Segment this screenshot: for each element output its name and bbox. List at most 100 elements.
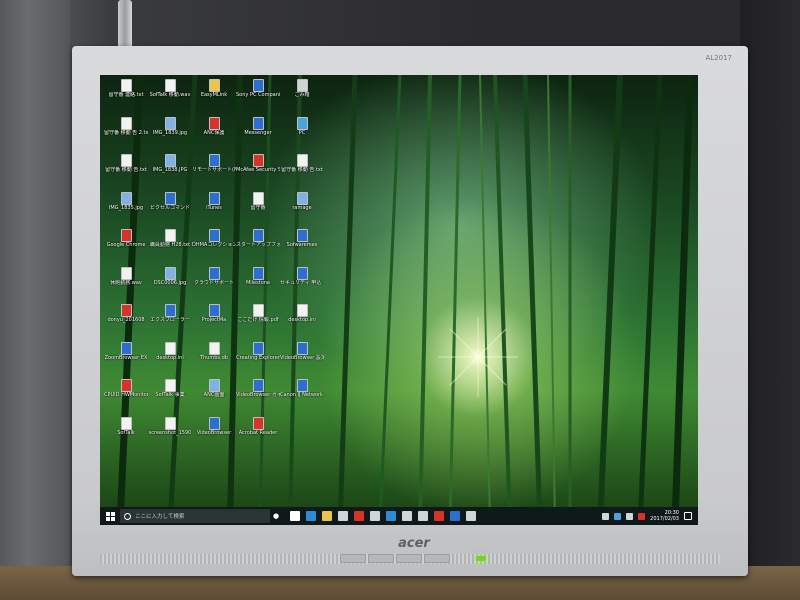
desktop-icon[interactable]: Messenger: [236, 116, 280, 147]
desktop-icon[interactable]: 留守番 連絡.txt: [104, 79, 148, 109]
desktop-icon[interactable]: セキュリティ 申込 セール: [280, 266, 324, 297]
desktop-icon[interactable]: エクスプローラー: [148, 304, 192, 334]
taskbar-app-onedrive-icon[interactable]: [466, 511, 476, 521]
desktop-icon-label: Sony PC Companion 2: [236, 92, 280, 98]
taskbar-app-ie-icon[interactable]: [386, 511, 396, 521]
desktop-icon-label: Milestone: [245, 279, 271, 286]
taskbar-app-settings-icon[interactable]: [418, 511, 428, 521]
desktop-icon[interactable]: 留守番 移動 告 2.txt: [104, 116, 148, 147]
app-icon: [296, 266, 308, 280]
desktop-icon[interactable]: リモートサポート(NTT): [192, 154, 236, 184]
desktop-icon[interactable]: VideoBrowser 設定: [280, 341, 324, 372]
monitor-auto-button[interactable]: [424, 554, 450, 563]
volume-icon[interactable]: [626, 512, 634, 520]
desktop-icon-label: Google Chrome: [106, 242, 146, 248]
power-led[interactable]: [476, 556, 486, 561]
desktop-icon[interactable]: SofTalk 事業: [148, 379, 192, 409]
taskbar-search-box[interactable]: ここに入力して検索: [120, 509, 270, 523]
desktop-icon[interactable]: Google Chrome: [104, 229, 148, 259]
desktop-icon[interactable]: ramage: [280, 191, 324, 222]
desktop-icon[interactable]: ここだけ 情報.pdf: [236, 304, 280, 334]
taskbar-app-word-icon[interactable]: [450, 511, 460, 521]
desktop-icon[interactable]: 職員勤務 H28.txt: [148, 229, 192, 259]
desktop-icon[interactable]: 留守番: [236, 191, 280, 222]
desktop-icon[interactable]: Creating Explorer: [236, 341, 280, 372]
image-file-icon: [208, 379, 220, 392]
desktop-icon[interactable]: Milestone: [236, 266, 280, 297]
file-icon: [164, 229, 176, 242]
monitor-menu-button[interactable]: [340, 554, 366, 563]
desktop-icon[interactable]: IMG_1835.jpg: [104, 191, 148, 222]
app-icon: [296, 229, 308, 242]
desktop-icon[interactable]: VideoBrowser ガイド: [236, 379, 280, 409]
desktop-icon[interactable]: Sofwaremes: [280, 229, 324, 259]
taskbar-app-photos-icon[interactable]: [402, 511, 412, 521]
microphone-icon[interactable]: ●: [270, 509, 282, 523]
desktop-icon[interactable]: McAfee Security Scan Plus: [236, 154, 280, 184]
desktop-icon[interactable]: DHMAコレクション: [192, 229, 236, 259]
desktop-icon[interactable]: donyu_201608: [104, 304, 148, 334]
desktop-icon[interactable]: ZoomBrowser EX: [104, 341, 148, 372]
desktop-icon[interactable]: Sony PC Companion 2: [236, 79, 280, 109]
taskbar-app-store-icon[interactable]: [338, 511, 348, 521]
desktop-icon[interactable]: ANC保護: [192, 116, 236, 147]
desktop-icon-label: SofTalk 移動.wav: [149, 92, 191, 98]
desktop-icon[interactable]: screenshot_1590: [148, 416, 192, 447]
desktop-icon[interactable]: 留守番 移動 告.txt: [104, 154, 148, 184]
monitor-up-button[interactable]: [396, 554, 422, 563]
desktop-icon[interactable]: DSC0006.jpg: [148, 266, 192, 297]
app-icon: [208, 191, 220, 205]
taskbar-app-chrome-icon[interactable]: [354, 511, 364, 521]
action-center-icon[interactable]: [684, 512, 692, 520]
taskbar-app-task-view-icon[interactable]: [290, 511, 300, 521]
ime-icon[interactable]: [638, 512, 646, 520]
image-file-icon: [164, 154, 176, 167]
network-icon[interactable]: [614, 512, 622, 520]
desktop-icon[interactable]: 休館勤務.wav: [104, 266, 148, 297]
app-icon: [164, 191, 176, 205]
monitor-cable: [118, 0, 132, 48]
desktop-icon-label: SofTalk 事業: [155, 392, 185, 398]
app-icon: [296, 116, 308, 130]
start-button[interactable]: [100, 507, 120, 525]
app-icon: [208, 154, 220, 167]
desktop-icon[interactable]: クラウドサポート: [192, 266, 236, 297]
taskbar-app-mail-icon[interactable]: [370, 511, 380, 521]
taskbar-pinned-apps: [290, 511, 476, 521]
desktop-icon[interactable]: Canon IJ Network Tool: [280, 379, 324, 409]
taskbar-clock[interactable]: 20:30 2017/02/03: [650, 510, 679, 522]
desktop-icon[interactable]: SofTalk: [104, 416, 148, 447]
desktop-icon[interactable]: desktop.ini: [148, 341, 192, 372]
file-icon: [120, 79, 132, 92]
taskbar-app-explorer-icon[interactable]: [322, 511, 332, 521]
desktop-icon[interactable]: ごみ箱: [280, 79, 324, 109]
desktop-icon[interactable]: iTunes: [192, 191, 236, 222]
desktop-icon[interactable]: Thumbs.db: [192, 341, 236, 372]
desktop-icon[interactable]: VideoBrowser: [192, 416, 236, 447]
desktop-icon[interactable]: ピクセルコマンド: [148, 191, 192, 222]
desktop-icon[interactable]: IMG_1839.jpg: [148, 116, 192, 147]
taskbar-app-edge-icon[interactable]: [306, 511, 316, 521]
desktop-icon[interactable]: EasyMLink: [192, 79, 236, 109]
desktop-icon-label: エクスプローラー: [150, 317, 190, 323]
app-icon: [252, 379, 264, 392]
desktop-icon[interactable]: スタートアップフォルダ: [236, 229, 280, 259]
tray-chevron-icon[interactable]: [602, 512, 610, 520]
desktop-icon-label: IMG_1835.jpg: [108, 204, 144, 211]
desktop-icon-label: Sofwaremes: [286, 242, 318, 248]
desktop-icon-label: ごみ箱: [294, 92, 310, 98]
desktop-icon[interactable]: 留守番 移動 告.txt: [280, 154, 324, 184]
desktop-icon-label: Creating Explorer: [236, 354, 280, 361]
desktop-icon[interactable]: SofTalk 移動.wav: [148, 79, 192, 109]
monitor-down-button[interactable]: [368, 554, 394, 563]
desktop-icon-label: 留守番 移動 告.txt: [281, 167, 323, 173]
taskbar-app-acrobat-icon[interactable]: [434, 511, 444, 521]
desktop-icon[interactable]: ProjectMa: [192, 304, 236, 334]
desktop-icon[interactable]: IMG_1838.JPG: [148, 154, 192, 184]
file-icon: [164, 416, 176, 430]
desktop-icon[interactable]: ANC画面: [192, 379, 236, 409]
desktop-icon[interactable]: CPUID HWMonitor: [104, 379, 148, 409]
desktop-icon[interactable]: desktop.ini: [280, 304, 324, 334]
desktop-icon[interactable]: Acrobat Reader: [236, 416, 280, 447]
desktop-icon[interactable]: PC: [280, 116, 324, 147]
